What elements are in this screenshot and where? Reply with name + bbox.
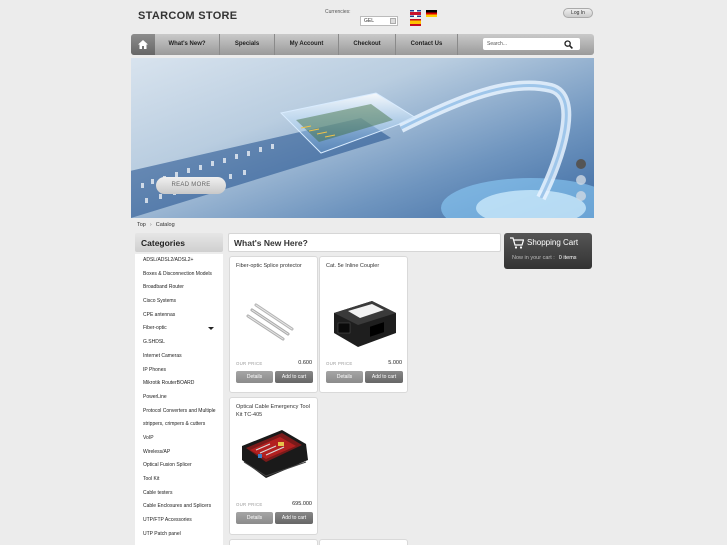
main-nav: What's New? Specials My Account Checkout… [131, 34, 594, 55]
currency-select[interactable]: GEL [360, 16, 398, 26]
category-item[interactable]: ADSL/ADSL2/ADSL2+ [135, 254, 223, 268]
cart-title: Shopping Cart [527, 238, 579, 247]
whats-new-heading: What's New Here? [228, 233, 501, 252]
category-item[interactable]: CPE antennas [135, 309, 223, 323]
add-to-cart-button[interactable]: Add to cart [275, 512, 313, 524]
nav-item-my-account[interactable]: My Account [275, 34, 339, 55]
category-item[interactable]: Broadband Router [135, 281, 223, 295]
category-item[interactable]: Cable Enclosures and Splicers [135, 500, 223, 514]
nav-item-specials[interactable]: Specials [220, 34, 275, 55]
tool-kit-image[interactable] [236, 420, 312, 490]
category-item-fiber-optic[interactable]: Fiber-optic [135, 322, 223, 336]
inline-coupler-image[interactable] [326, 283, 402, 353]
cart-icon [510, 237, 524, 249]
cart-status-label: Now in your cart : [512, 255, 555, 261]
category-item[interactable]: IP Phones [135, 364, 223, 378]
slider-dot-2[interactable] [576, 175, 586, 185]
nav-item-whats-new[interactable]: What's New? [155, 34, 220, 55]
category-item[interactable]: Tool Kit [135, 473, 223, 487]
category-item[interactable]: Cisco Systems [135, 295, 223, 309]
login-button[interactable]: Log In [563, 8, 593, 18]
category-item[interactable]: Wireless/AP [135, 446, 223, 460]
product-title[interactable]: Fiber-optic Splice protector [236, 262, 314, 270]
breadcrumb-catalog[interactable]: Catalog [156, 222, 175, 228]
product-title[interactable]: Optical Cable Emergency Tool Kit TC-405 [236, 403, 314, 419]
home-button[interactable] [131, 34, 155, 55]
breadcrumb: Top › Catalog [137, 222, 175, 228]
read-more-button[interactable]: READ MORE [156, 177, 226, 194]
product-card-partial [229, 539, 318, 545]
product-price: 5.000 [388, 360, 402, 366]
category-item[interactable]: Protocol Converters and Multiple [135, 405, 223, 419]
category-item[interactable]: UTP Patch panel [135, 528, 223, 542]
home-icon [138, 40, 148, 49]
network-cable-image [131, 80, 594, 218]
currencies-label: Currencies: [325, 9, 351, 15]
details-button[interactable]: Details [236, 371, 273, 383]
breadcrumb-top[interactable]: Top [137, 222, 146, 228]
add-to-cart-button[interactable]: Add to cart [365, 371, 403, 383]
cart-count: 0 items [558, 255, 577, 261]
search-placeholder: Search... [487, 41, 508, 47]
category-item[interactable]: Mikrotik RouterBOARD [135, 377, 223, 391]
currency-value: GEL [364, 18, 375, 24]
details-button[interactable]: Details [236, 512, 273, 524]
category-item[interactable]: UTP/FTP Accessories [135, 514, 223, 528]
nav-item-checkout[interactable]: Checkout [339, 34, 396, 55]
spain-flag-icon[interactable] [410, 19, 421, 26]
shopping-cart-box[interactable]: Shopping Cart Now in your cart :0 items [504, 233, 592, 269]
price-label: OUR PRICE [326, 361, 353, 366]
price-label: OUR PRICE [236, 361, 263, 366]
search-input[interactable]: Search... [483, 38, 580, 50]
add-to-cart-button[interactable]: Add to cart [275, 371, 313, 383]
category-item[interactable]: Internet Cameras [135, 350, 223, 364]
category-item[interactable]: VoIP [135, 432, 223, 446]
price-label: OUR PRICE [236, 502, 263, 507]
product-card: Fiber-optic Splice protector OUR PRICE 0… [229, 256, 318, 393]
category-item[interactable]: Cable testers [135, 487, 223, 501]
store-logo[interactable]: STARCOM STORE [138, 10, 237, 22]
product-card: Cat. 5e Inline Coupler OUR PRICE 5.000 D… [319, 256, 408, 393]
category-item[interactable]: Boxes & Disconnection Models [135, 268, 223, 282]
product-title[interactable]: Cat. 5e Inline Coupler [326, 262, 404, 270]
category-item[interactable]: PowerLine [135, 391, 223, 405]
category-item[interactable]: Optical Fusion Splicer [135, 459, 223, 473]
category-label: Fiber-optic [143, 325, 167, 332]
chevron-down-icon [390, 18, 396, 24]
breadcrumb-separator: › [149, 222, 152, 228]
category-item[interactable]: strippers, crimpers & cutters [135, 418, 223, 432]
nav-item-contact-us[interactable]: Contact Us [396, 34, 458, 55]
categories-heading: Categories [135, 233, 223, 252]
product-price: 695.000 [292, 501, 312, 507]
germany-flag-icon[interactable] [426, 10, 437, 17]
product-price: 0.600 [298, 360, 312, 366]
category-item[interactable]: G.SHDSL [135, 336, 223, 350]
uk-flag-icon[interactable] [410, 10, 421, 17]
search-icon[interactable] [564, 40, 573, 49]
product-card: Optical Cable Emergency Tool Kit TC-405 … [229, 397, 318, 535]
product-card-partial [319, 539, 408, 545]
caret-down-icon[interactable] [208, 327, 214, 331]
slider-dot-1[interactable] [576, 159, 586, 169]
splice-protector-image[interactable] [236, 283, 312, 353]
slider-dot-3[interactable] [576, 191, 586, 201]
categories-list: ADSL/ADSL2/ADSL2+ Boxes & Disconnection … [135, 254, 223, 545]
page: STARCOM STORE Currencies: GEL Log In Wha… [0, 0, 727, 545]
hero-banner[interactable]: READ MORE [131, 58, 594, 218]
cart-status: Now in your cart :0 items [512, 255, 577, 261]
details-button[interactable]: Details [326, 371, 363, 383]
